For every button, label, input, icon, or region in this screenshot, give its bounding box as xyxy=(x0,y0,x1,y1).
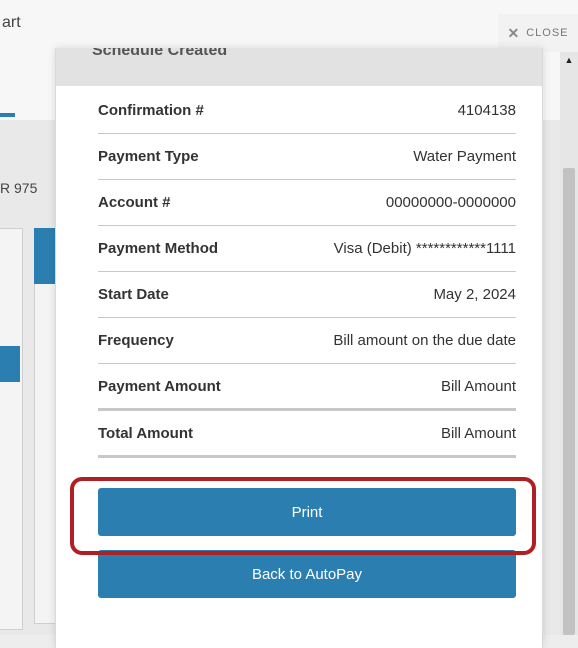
detail-row-payment-method: Payment Method Visa (Debit) ************… xyxy=(98,226,516,272)
modal-header: Schedule Created xyxy=(56,48,542,86)
detail-row-total-amount: Total Amount Bill Amount xyxy=(98,411,516,458)
detail-value: Bill amount on the due date xyxy=(333,332,516,349)
scrollbar-thumb[interactable] xyxy=(563,168,575,635)
scroll-up-arrow-icon[interactable]: ▲ xyxy=(562,52,576,68)
detail-row-account: Account # 00000000-0000000 xyxy=(98,180,516,226)
detail-label: Start Date xyxy=(98,286,169,303)
detail-row-confirmation: Confirmation # 4104138 xyxy=(98,88,516,134)
details-list: Confirmation # 4104138 Payment Type Wate… xyxy=(98,88,516,458)
detail-label: Confirmation # xyxy=(98,102,204,119)
detail-label: Account # xyxy=(98,194,171,211)
background-card-accent xyxy=(0,346,20,382)
close-button[interactable]: ✕ CLOSE xyxy=(498,14,578,52)
background-cart-text: art xyxy=(2,14,21,31)
background-tab-indicator xyxy=(0,113,15,117)
detail-value: Bill Amount xyxy=(440,424,516,442)
detail-label: Total Amount xyxy=(98,424,193,442)
detail-label: Payment Type xyxy=(98,148,199,165)
schedule-created-modal: Schedule Created Confirmation # 4104138 … xyxy=(55,48,543,648)
detail-value: 00000000-0000000 xyxy=(385,194,516,211)
background-account-text: R 975 xyxy=(0,180,38,196)
close-button-label: CLOSE xyxy=(526,27,569,39)
detail-value: Water Payment xyxy=(413,148,516,165)
detail-value: 4104138 xyxy=(457,102,516,119)
detail-row-payment-type: Payment Type Water Payment xyxy=(98,134,516,180)
detail-row-start-date: Start Date May 2, 2024 xyxy=(98,272,516,318)
detail-row-payment-amount: Payment Amount Bill Amount xyxy=(98,364,516,411)
detail-label: Payment Amount xyxy=(98,377,221,395)
detail-value: Visa (Debit) ************1111 xyxy=(333,240,516,257)
modal-actions: Print Back to AutoPay xyxy=(98,488,516,598)
detail-value: May 2, 2024 xyxy=(433,286,516,303)
print-button[interactable]: Print xyxy=(98,488,516,536)
detail-row-frequency: Frequency Bill amount on the due date xyxy=(98,318,516,364)
back-to-autopay-button[interactable]: Back to AutoPay xyxy=(98,550,516,598)
detail-label: Frequency xyxy=(98,332,174,349)
background-card xyxy=(0,228,23,630)
close-icon: ✕ xyxy=(507,24,521,41)
detail-label: Payment Method xyxy=(98,240,219,257)
modal-title: Schedule Created xyxy=(92,48,228,59)
detail-value: Bill Amount xyxy=(440,377,516,395)
